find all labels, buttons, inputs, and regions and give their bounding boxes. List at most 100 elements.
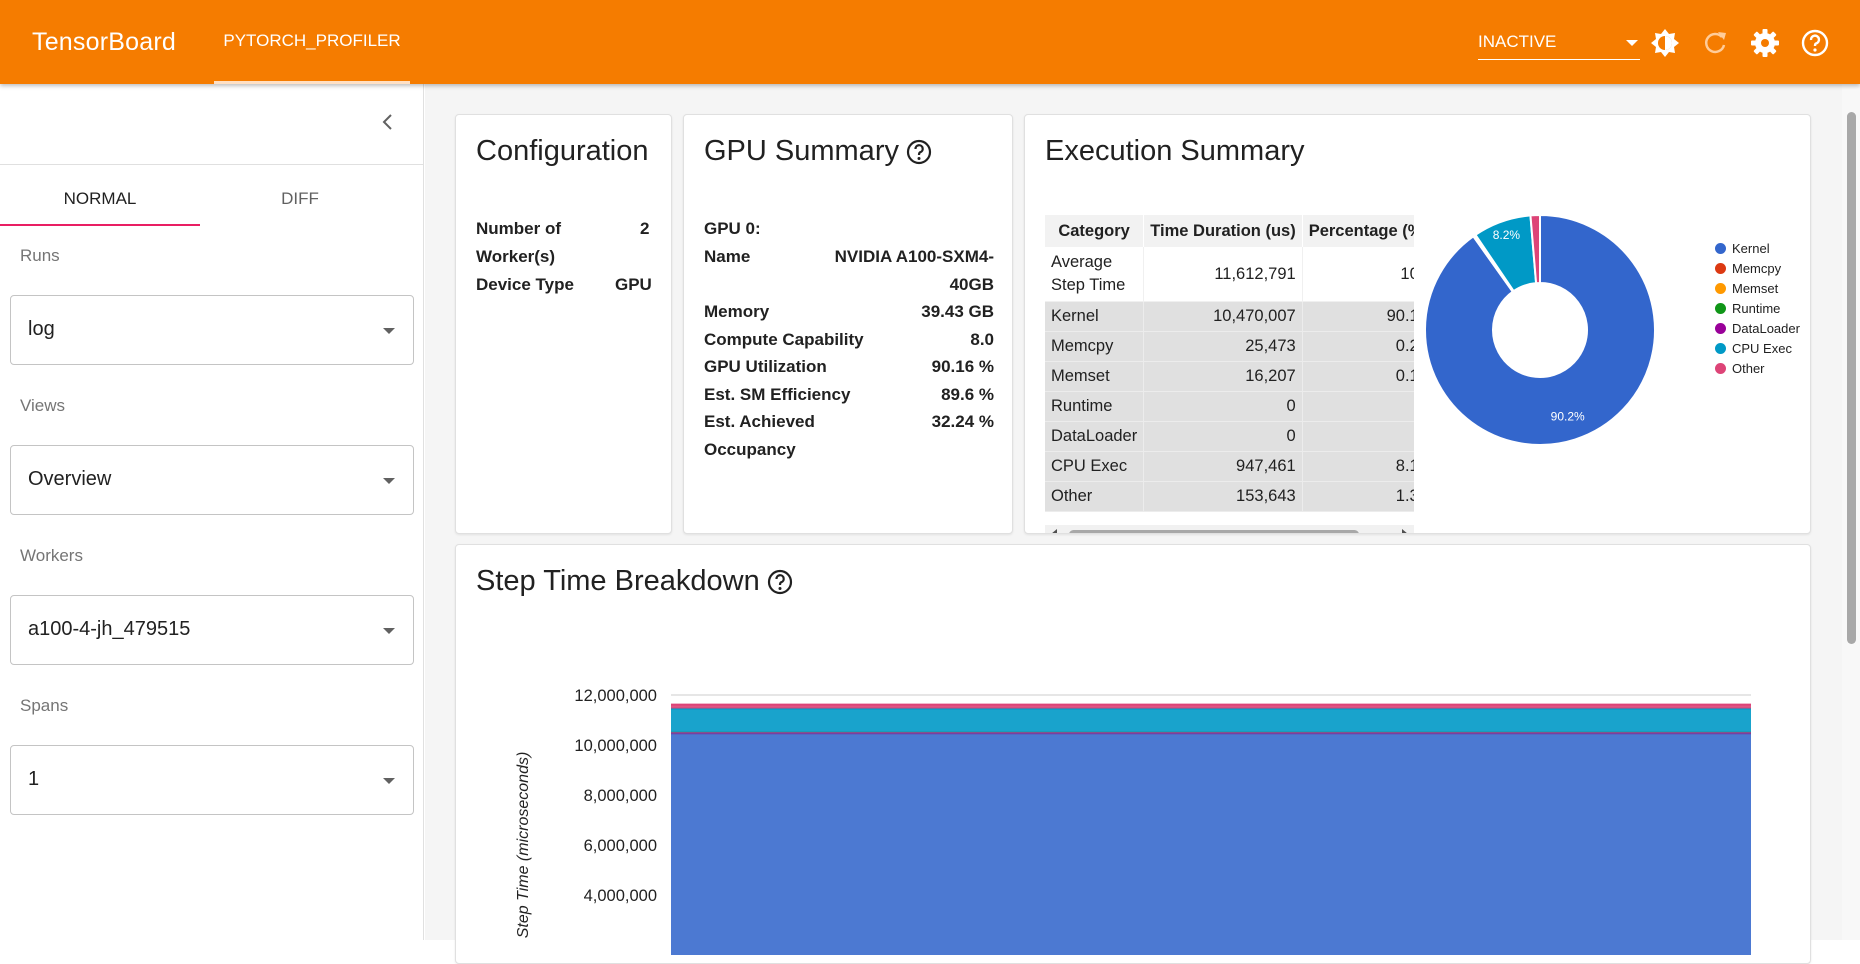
table-cell: Other [1045, 481, 1145, 512]
y-tick-label: 12,000,000 [574, 687, 657, 705]
legend-swatch [1715, 243, 1726, 254]
top-app-bar: TensorBoard PYTORCH_PROFILER INACTIVE [0, 0, 1860, 84]
refresh-icon[interactable] [1700, 28, 1730, 58]
horizontal-scrollbar[interactable] [1045, 525, 1414, 533]
table-cell: 0 [1143, 421, 1303, 452]
divider [0, 164, 424, 165]
gpu-value: 89.6 % [941, 385, 994, 404]
column-header[interactable]: Category [1045, 215, 1145, 247]
table-row: Runtime 0 0 [1045, 391, 1414, 422]
workers-select[interactable]: a100-4-jh_479515 [10, 595, 414, 665]
table-cell: 16,207 [1143, 361, 1303, 392]
legend-item[interactable]: DataLoader [1715, 321, 1800, 336]
legend-label: Runtime [1732, 301, 1781, 316]
help-icon[interactable] [766, 568, 794, 596]
tab-pytorch-profiler[interactable]: PYTORCH_PROFILER [214, 0, 410, 84]
step-time-card: Step Time Breakdown 4,000,000 6,000,000 8,… [455, 544, 1811, 964]
gpu-key: Est. Achieved Occupancy [704, 412, 815, 459]
gpu-key: Est. SM Efficiency [704, 385, 851, 404]
table-cell: 0 [1143, 391, 1303, 422]
legend-swatch [1715, 343, 1726, 354]
gpu-value: 39.43 GB [921, 302, 994, 321]
tab-diff[interactable]: DIFF [200, 184, 400, 224]
help-icon[interactable] [905, 138, 933, 166]
chevron-down-icon [383, 328, 395, 334]
table-row: Average Step Time 11,612,791 100 [1045, 247, 1414, 302]
table-cell: 1.32 [1302, 481, 1414, 512]
table-cell: 11,612,791 [1143, 247, 1303, 302]
table-cell: Runtime [1045, 391, 1145, 422]
app-title: TensorBoard [32, 28, 176, 56]
arrow-left-icon[interactable] [1051, 529, 1057, 533]
column-header[interactable]: Percentage (%) [1302, 215, 1414, 247]
table-cell: 153,643 [1143, 481, 1303, 512]
table-cell: 0 [1302, 421, 1414, 452]
legend-swatch [1715, 303, 1726, 314]
area-band-kernel[interactable] [671, 733, 1751, 955]
table-cell: 0.14 [1302, 361, 1414, 392]
gpu-summary-title: GPU Summary [704, 135, 933, 168]
help-icon[interactable] [1800, 28, 1830, 58]
table-cell: 90.16 [1302, 301, 1414, 332]
scrollbar-thumb[interactable] [1069, 530, 1359, 533]
legend-label: CPU Exec [1732, 341, 1792, 356]
legend-item[interactable]: Runtime [1715, 301, 1780, 316]
table-cell: 10,470,007 [1143, 301, 1303, 332]
execution-summary-card: Execution Summary Category Time Duration… [1024, 114, 1811, 534]
runs-label: Runs [20, 246, 60, 265]
pie-slice-label: 8.2% [1493, 228, 1521, 242]
gear-icon[interactable] [1750, 28, 1780, 58]
config-key: Number of Worker(s) [476, 219, 561, 266]
legend-swatch [1715, 263, 1726, 274]
y-tick-label: 8,000,000 [584, 787, 657, 805]
table-cell: Kernel [1045, 301, 1145, 332]
runs-select[interactable]: log [10, 295, 414, 365]
legend-item[interactable]: Kernel [1715, 241, 1770, 256]
step-time-title-text: Step Time Breakdown [476, 565, 760, 597]
chevron-down-icon [383, 778, 395, 784]
table-row: Memcpy 25,473 0.22 [1045, 331, 1414, 362]
spans-label: Spans [20, 696, 69, 715]
table-cell: 0.22 [1302, 331, 1414, 362]
execution-table: Category Time Duration (us) Percentage (… [1045, 215, 1414, 512]
gpu-summary-card: GPU Summary GPU 0: Name NVIDIA A100-SXM4… [683, 114, 1013, 534]
column-header[interactable]: Time Duration (us) [1143, 215, 1303, 247]
legend-item[interactable]: Memset [1715, 281, 1778, 296]
table-row: Memset 16,207 0.14 [1045, 361, 1414, 392]
brightness-icon[interactable] [1650, 28, 1680, 58]
pie-slice-label: 90.2% [1551, 410, 1585, 424]
views-select[interactable]: Overview [10, 445, 414, 515]
execution-table-scroll[interactable]: Category Time Duration (us) Percentage (… [1045, 215, 1414, 525]
vertical-scrollbar[interactable] [1842, 84, 1860, 940]
workers-label: Workers [20, 546, 83, 565]
table-cell: Memset [1045, 361, 1145, 392]
scrollbar-thumb[interactable] [1847, 112, 1856, 644]
gpu-key: Name [704, 247, 751, 266]
gpu-label: GPU 0: [704, 219, 761, 238]
legend-item[interactable]: Other [1715, 361, 1765, 376]
legend-item[interactable]: Memcpy [1715, 261, 1781, 276]
table-cell: Memcpy [1045, 331, 1145, 362]
legend-item[interactable]: CPU Exec [1715, 341, 1792, 356]
plugin-select-value: INACTIVE [1478, 32, 1557, 51]
table-cell: 947,461 [1143, 451, 1303, 482]
y-tick-label: 4,000,000 [584, 887, 657, 905]
spans-select-value: 1 [28, 768, 40, 790]
chevron-left-icon[interactable] [378, 112, 398, 132]
chevron-down-icon [1626, 40, 1638, 46]
execution-summary-title: Execution Summary [1045, 135, 1305, 167]
tab-normal[interactable]: NORMAL [0, 184, 200, 226]
spans-select[interactable]: 1 [10, 745, 414, 815]
gpu-key: Compute Capability [704, 330, 864, 349]
table-row: DataLoader 0 0 [1045, 421, 1414, 452]
arrow-right-icon[interactable] [1402, 529, 1408, 533]
gpu-value: 90.16 % [931, 357, 994, 376]
gpu-value: NVIDIA A100-SXM4-40GB [834, 247, 994, 294]
gpu-value: 8.0 [970, 330, 994, 349]
plugin-select-dropdown[interactable]: INACTIVE [1478, 30, 1640, 60]
area-band-cpu-exec[interactable] [671, 708, 1751, 733]
table-cell: 100 [1302, 247, 1414, 302]
legend-label: Memcpy [1732, 261, 1782, 276]
table-row: CPU Exec 947,461 8.16 [1045, 451, 1414, 482]
table-cell: Average Step Time [1045, 247, 1145, 302]
